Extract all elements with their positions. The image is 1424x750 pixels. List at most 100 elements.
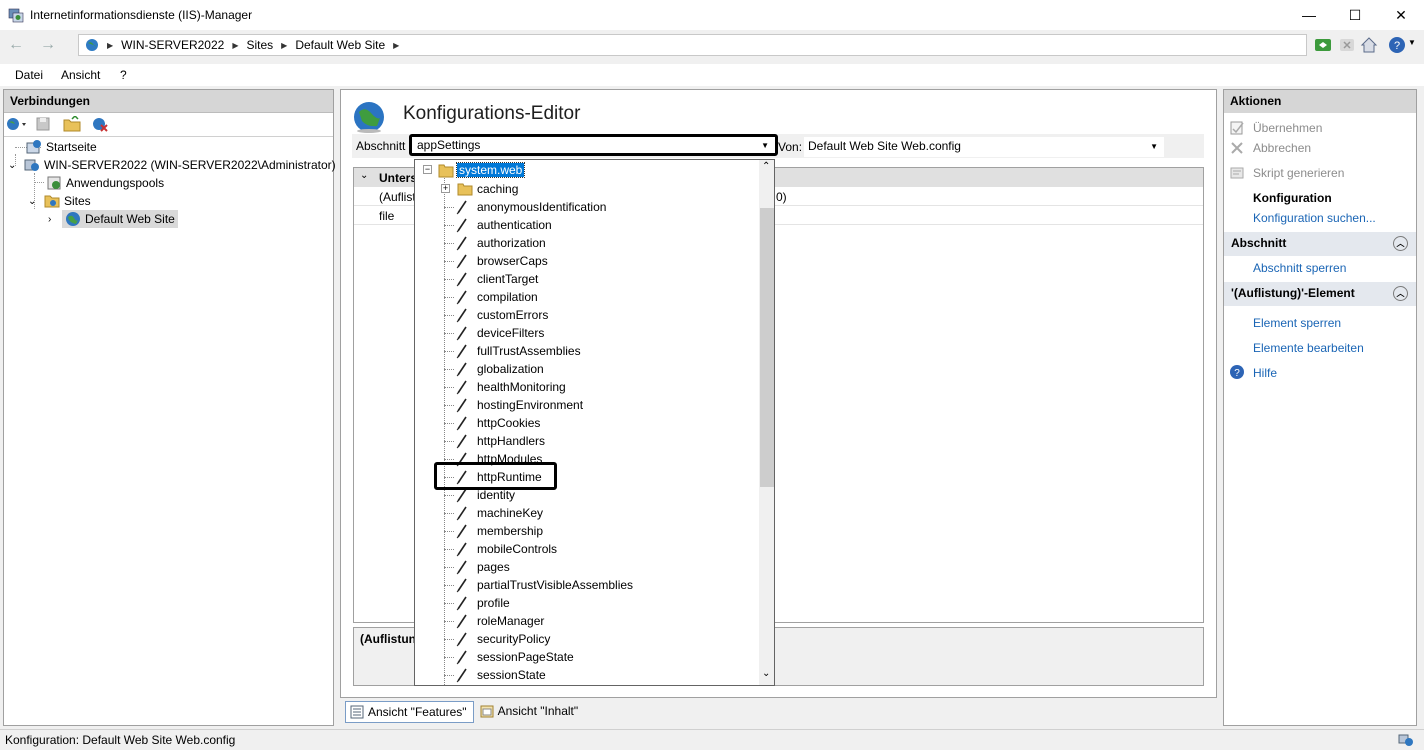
menu-help[interactable]: ? <box>120 68 127 82</box>
tab-features-view[interactable]: Ansicht "Features" <box>345 701 474 723</box>
status-bar: Konfiguration: Default Web Site Web.conf… <box>0 729 1424 750</box>
breadcrumb[interactable]: ▶ WIN-SERVER2022 ▶ Sites ▶ Default Web S… <box>78 34 1307 56</box>
connections-toolbar <box>4 113 333 137</box>
connections-panel: Verbindungen Startseite ⌄ WIN-SERVER2022… <box>3 89 336 726</box>
section-icon <box>456 254 467 269</box>
tab-content-view[interactable]: Ansicht "Inhalt" <box>476 701 585 723</box>
breadcrumb-separator-icon: ▶ <box>393 40 400 50</box>
tree-item-app-pools[interactable]: Anwendungspools <box>46 174 164 192</box>
section-icon <box>456 650 467 665</box>
section-icon <box>456 596 467 611</box>
connect-icon[interactable] <box>6 116 28 132</box>
tree-item-start-page[interactable]: Startseite <box>26 138 97 156</box>
page-title: Konfigurations-Editor <box>403 103 581 124</box>
section-icon <box>456 632 467 647</box>
property-name: file <box>379 209 395 223</box>
save-icon[interactable] <box>35 116 51 132</box>
chevron-down-icon[interactable]: ⌄ <box>360 170 368 181</box>
help-icon[interactable]: ? <box>1388 36 1406 54</box>
tree-item-label: securityPolicy <box>477 632 551 646</box>
tree-item-label: authentication <box>477 218 552 232</box>
from-dropdown[interactable]: Default Web Site Web.config ▼ <box>804 137 1164 157</box>
back-arrow-icon[interactable]: ← <box>4 35 28 55</box>
maximize-button[interactable]: ☐ <box>1332 0 1378 30</box>
tree-item-label: system.web <box>455 162 526 178</box>
menu-view[interactable]: Ansicht <box>61 68 100 82</box>
actions-panel: Aktionen Übernehmen Abbrechen Skript gen… <box>1223 89 1417 726</box>
chevron-down-icon[interactable]: ⌄ <box>8 160 20 171</box>
section-icon <box>456 560 467 575</box>
menu-file[interactable]: Datei <box>15 68 43 82</box>
tree-item-sites[interactable]: ⌄ Sites <box>28 192 91 210</box>
status-text: Konfiguration: Default Web Site Web.conf… <box>5 733 236 747</box>
cancel-action[interactable]: Abbrechen <box>1253 141 1311 155</box>
tab-label: Ansicht "Inhalt" <box>497 704 579 718</box>
breadcrumb-separator-icon: ▶ <box>232 40 239 50</box>
minimize-button[interactable]: — <box>1286 0 1332 30</box>
tree-item-label: pages <box>477 560 510 574</box>
property-value: 0) <box>776 190 787 204</box>
refresh-icon[interactable] <box>1314 36 1332 54</box>
folder-open-icon <box>438 164 454 178</box>
start-page-icon <box>26 140 41 154</box>
tree-item-label: machineKey <box>477 506 544 520</box>
collapse-icon[interactable]: ︿ <box>1393 236 1408 251</box>
view-tabs: Ansicht "Features" Ansicht "Inhalt" <box>345 701 584 723</box>
tree-item-server[interactable]: ⌄ WIN-SERVER2022 (WIN-SERVER2022\Adminis… <box>8 156 336 174</box>
apply-action[interactable]: Übernehmen <box>1253 121 1322 135</box>
tree-item-label: partialTrustVisibleAssemblies <box>477 578 634 592</box>
forward-arrow-icon[interactable]: → <box>36 35 60 55</box>
tree-item-default-web-site[interactable]: › Default Web Site <box>48 210 178 228</box>
section-group-header[interactable]: Abschnitt ︿ <box>1224 232 1416 256</box>
lock-section-link[interactable]: Abschnitt sperren <box>1253 261 1346 275</box>
disconnect-icon[interactable] <box>91 116 109 132</box>
scroll-down-icon[interactable]: ⌄ <box>762 668 770 679</box>
home-icon[interactable] <box>1360 36 1378 54</box>
generate-script-action[interactable]: Skript generieren <box>1253 166 1344 180</box>
edit-elements-link[interactable]: Elemente bearbeiten <box>1253 341 1364 355</box>
collapse-icon[interactable]: ︿ <box>1393 286 1408 301</box>
breadcrumb-separator-icon: ▶ <box>281 40 288 50</box>
globe-icon <box>354 102 384 133</box>
highlight-box <box>434 462 557 490</box>
breadcrumb-server[interactable]: WIN-SERVER2022 <box>121 38 224 52</box>
section-icon <box>456 236 467 251</box>
element-group-header[interactable]: '(Auflistung)'-Element ︿ <box>1224 282 1416 306</box>
help-dropdown-arrow-icon[interactable]: ▼ <box>1408 38 1416 47</box>
section-icon <box>456 668 467 683</box>
up-folder-icon[interactable] <box>63 116 81 132</box>
breadcrumb-site[interactable]: Default Web Site <box>295 38 385 52</box>
search-configuration-link[interactable]: Konfiguration suchen... <box>1253 211 1376 225</box>
chevron-right-icon[interactable]: › <box>48 214 58 225</box>
close-button[interactable]: ✕ <box>1378 0 1424 30</box>
section-tree-dropdown[interactable]: − system.web + caching anonymousIdentifica… <box>414 159 775 686</box>
section-icon <box>456 200 467 215</box>
expand-icon[interactable]: + <box>441 184 450 193</box>
section-icon <box>456 542 467 557</box>
scrollbar[interactable]: ⌃ ⌄ <box>759 160 774 685</box>
tree-item-label: clientTarget <box>477 272 539 286</box>
section-icon <box>456 524 467 539</box>
scrollbar-thumb[interactable] <box>760 208 774 487</box>
collapse-icon[interactable]: − <box>423 165 432 174</box>
tree-item-label: authorization <box>477 236 546 250</box>
help-link[interactable]: Hilfe <box>1253 366 1277 380</box>
scroll-up-icon[interactable]: ⌃ <box>762 161 770 172</box>
breadcrumb-sites[interactable]: Sites <box>246 38 273 52</box>
chevron-down-icon[interactable]: ⌄ <box>28 196 40 207</box>
section-icon <box>456 362 467 377</box>
sites-folder-icon <box>44 195 60 208</box>
from-label: Von: <box>778 140 803 154</box>
features-view-icon <box>350 705 364 719</box>
group-title: '(Auflistung)'-Element <box>1231 286 1355 300</box>
group-label: Unters <box>379 171 418 185</box>
tree-item-label: Anwendungspools <box>66 176 165 190</box>
section-icon <box>456 578 467 593</box>
app-pools-icon <box>47 176 61 190</box>
stop-icon[interactable] <box>1338 36 1356 54</box>
network-status-icon <box>1398 734 1413 746</box>
section-dropdown[interactable]: appSettings ▼ <box>409 134 778 156</box>
lock-element-link[interactable]: Element sperren <box>1253 316 1341 330</box>
section-icon <box>456 506 467 521</box>
section-icon <box>456 326 467 341</box>
